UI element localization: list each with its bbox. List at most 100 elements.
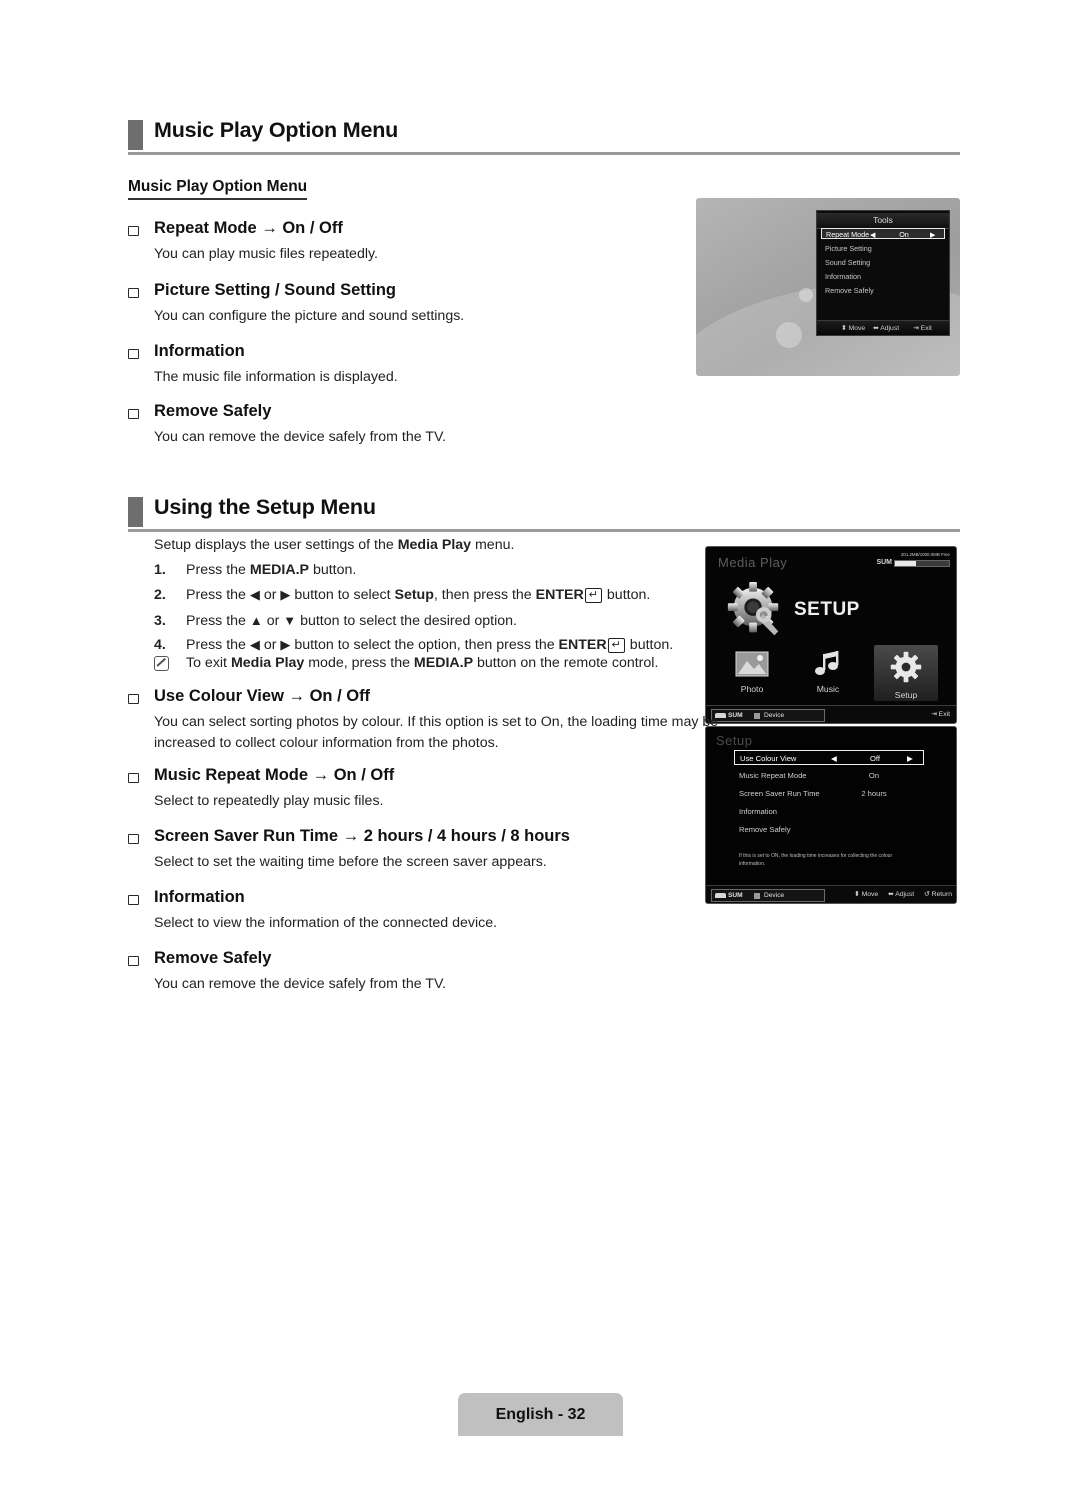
setup-row-label: Information xyxy=(739,807,777,816)
media-tile-label: Photo xyxy=(740,684,764,694)
step-text: Press the MEDIA.P button. xyxy=(186,562,357,578)
bullet-title: Information xyxy=(154,342,245,360)
device-chip[interactable]: SUM Device xyxy=(711,889,825,902)
move-hint: ⬍ Move xyxy=(841,324,865,332)
move-icon: ⬍ xyxy=(841,325,847,332)
tools-row-information[interactable]: Information xyxy=(821,271,945,282)
media-tile-label: Music xyxy=(816,684,840,694)
setup-row-value: 2 hours xyxy=(861,789,887,798)
left-arrow-icon: ◀ xyxy=(249,637,260,652)
bullet-desc: Select to set the waiting time before th… xyxy=(154,854,547,870)
heading-rule xyxy=(128,529,960,532)
setup-row-value: On xyxy=(868,771,880,780)
step-number: 3. xyxy=(154,613,166,629)
heading-rule xyxy=(128,152,960,155)
move-label: Move xyxy=(861,891,879,898)
bullet-desc: You can configure the picture and sound … xyxy=(154,308,465,324)
setup-row-label: Remove Safely xyxy=(739,825,791,834)
setup-row-music-repeat-mode[interactable]: Music Repeat Mode On xyxy=(734,768,924,783)
enter-key-icon: ↵ xyxy=(607,638,625,653)
bullet-title: Picture Setting / Sound Setting xyxy=(154,281,397,299)
setup-row-value: Off xyxy=(870,754,880,763)
checkbox-bullet-icon xyxy=(128,893,139,905)
note-pencil-icon xyxy=(154,656,169,671)
step-text: Press the ▲ or ▼ button to select the de… xyxy=(186,613,517,629)
setup-return-hint: ↺ Return xyxy=(924,890,952,898)
setup-row-screen-saver-run-time[interactable]: Screen Saver Run Time 2 hours xyxy=(734,786,924,801)
tools-row-value: On xyxy=(899,230,909,239)
exit-hint: ⇥ Exit xyxy=(913,324,932,332)
tools-row-label: Sound Setting xyxy=(825,258,871,267)
tv-screenshot-setup-menu: Setup Use Colour View ◀ Off ▶ Music Repe… xyxy=(705,726,957,904)
exit-label: Exit xyxy=(938,711,950,718)
step-number: 1. xyxy=(154,562,166,578)
left-arrow-icon[interactable]: ◀ xyxy=(831,754,837,763)
tools-footer-bar: ⬍ Move ⬌ Adjust ⇥ Exit xyxy=(817,320,949,335)
left-arrow-icon[interactable]: ◀ xyxy=(870,230,876,239)
tools-row-picture-setting[interactable]: Picture Setting xyxy=(821,243,945,254)
right-arrow-icon: ▶ xyxy=(280,587,291,602)
tools-row-label: Picture Setting xyxy=(825,244,872,253)
bullet-title: Repeat Mode → On / Off xyxy=(154,219,343,237)
tools-panel: Tools Repeat Mode ◀ On ▶ Picture Setting… xyxy=(816,210,950,336)
checkbox-bullet-icon xyxy=(128,832,139,844)
device-square-icon xyxy=(754,712,760,719)
section2-heading-text: Using the Setup Menu xyxy=(154,495,376,519)
setup-row-information[interactable]: Information xyxy=(734,804,924,819)
adjust-icon: ⬌ xyxy=(888,891,894,898)
media-exit-hint: ⇥ Exit xyxy=(931,710,950,718)
bullet-title: Use Colour View → On / Off xyxy=(154,687,371,705)
setup-row-remove-safely[interactable]: Remove Safely xyxy=(734,822,924,837)
media-tile-setup[interactable]: Setup xyxy=(874,645,938,701)
heading-marker-block xyxy=(128,497,143,527)
step-text: Press the ◀ or ▶ button to select the op… xyxy=(186,637,674,653)
device-square-icon xyxy=(754,892,760,899)
bullet-desc: You can select sorting photos by colour.… xyxy=(154,714,719,751)
sum-capacity-bar xyxy=(894,560,950,567)
media-tile-photo[interactable]: Photo xyxy=(720,651,784,694)
tools-row-label: Remove Safely xyxy=(825,286,874,295)
setup-help-text: If this is set to ON, the loading time i… xyxy=(739,853,893,867)
checkbox-bullet-icon xyxy=(128,224,139,236)
sum-label: SUM xyxy=(876,559,892,566)
sum-capacity-text: 201.2MB/1000.0MB Free xyxy=(900,552,950,557)
section-heading-music-play-option-menu: Music Play Option Menu xyxy=(128,118,960,160)
photo-icon xyxy=(735,651,769,677)
music-note-icon xyxy=(815,651,839,675)
media-tile-music[interactable]: Music xyxy=(796,651,860,694)
usb-icon xyxy=(715,893,726,898)
tv-screenshot-media-play: Media Play SUM 201.2MB/1000.0MB Free SET… xyxy=(705,546,957,724)
bullet-desc: Select to repeatedly play music files. xyxy=(154,793,384,809)
move-icon: ⬍ xyxy=(854,891,860,898)
media-play-title: Media Play xyxy=(718,555,788,570)
up-arrow-icon: ▲ xyxy=(249,613,263,628)
right-arrow-icon[interactable]: ▶ xyxy=(930,230,936,239)
section1-heading-text: Music Play Option Menu xyxy=(154,118,399,142)
adjust-label: Adjust xyxy=(895,891,915,898)
bullet-desc: You can remove the device safely from th… xyxy=(154,429,447,445)
sum-footer-label: SUM xyxy=(728,891,743,899)
tools-row-repeat-mode[interactable]: Repeat Mode ◀ On ▶ xyxy=(821,228,945,239)
return-label: Return xyxy=(931,891,952,898)
setup-row-label: Use Colour View xyxy=(740,754,797,763)
enter-key-icon: ↵ xyxy=(584,588,602,603)
bullet-desc: You can play music files repeatedly. xyxy=(154,246,378,262)
checkbox-bullet-icon xyxy=(128,286,139,298)
step-text: Press the ◀ or ▶ button to select Setup,… xyxy=(186,587,651,603)
exit-label: Exit xyxy=(920,325,932,332)
intro-part-a: Setup displays the user settings of the xyxy=(154,537,398,553)
tools-row-sound-setting[interactable]: Sound Setting xyxy=(821,257,945,268)
exit-icon: ⇥ xyxy=(931,711,937,718)
bullet-title: Music Repeat Mode → On / Off xyxy=(154,766,395,784)
checkbox-bullet-icon xyxy=(128,347,139,359)
document-page: Music Play Option Menu Music Play Option… xyxy=(0,0,1080,1488)
right-arrow-icon: ▶ xyxy=(280,637,291,652)
tools-panel-title: Tools xyxy=(817,213,949,229)
tools-row-remove-safely[interactable]: Remove Safely xyxy=(821,285,945,296)
intro-media-play: Media Play xyxy=(397,537,472,553)
right-arrow-icon[interactable]: ▶ xyxy=(907,754,913,763)
setup-row-use-colour-view[interactable]: Use Colour View ◀ Off ▶ xyxy=(734,750,924,765)
adjust-label: Adjust xyxy=(880,325,900,332)
adjust-hint: ⬌ Adjust xyxy=(873,324,899,332)
setup-row-label: Music Repeat Mode xyxy=(739,771,807,780)
